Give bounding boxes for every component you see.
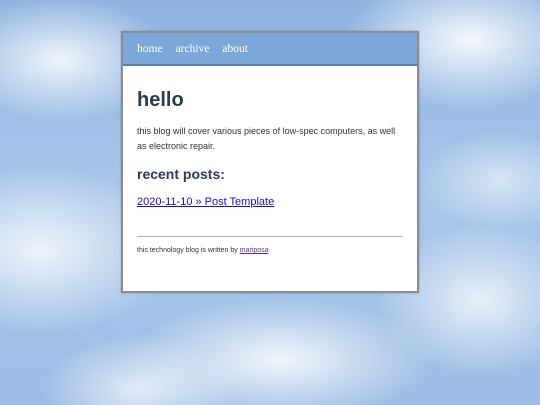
blog-description: this blog will cover various pieces of l…: [137, 126, 396, 151]
nav-link-archive[interactable]: archive: [176, 43, 210, 55]
nav-link-about[interactable]: about: [222, 43, 248, 55]
main-content: hello this blog will cover various piece…: [123, 88, 417, 254]
nav-link-home[interactable]: home: [137, 43, 163, 55]
page-background: { "nav": { "items": [ {"label": "home"},…: [0, 0, 540, 405]
recent-posts-heading: recent posts:: [137, 166, 225, 182]
nav-bar: home archive about: [123, 33, 417, 66]
page-title: hello: [137, 89, 184, 111]
footer-text: this technology blog is written by: [137, 247, 238, 254]
author-link[interactable]: mariposa: [240, 247, 269, 254]
blog-window: home archive about hello this blog will …: [121, 31, 419, 293]
footer-divider: [137, 236, 403, 237]
post-link[interactable]: 2020-11-10 » Post Template: [137, 196, 274, 208]
footer: this technology blog is written by marip…: [137, 247, 403, 254]
